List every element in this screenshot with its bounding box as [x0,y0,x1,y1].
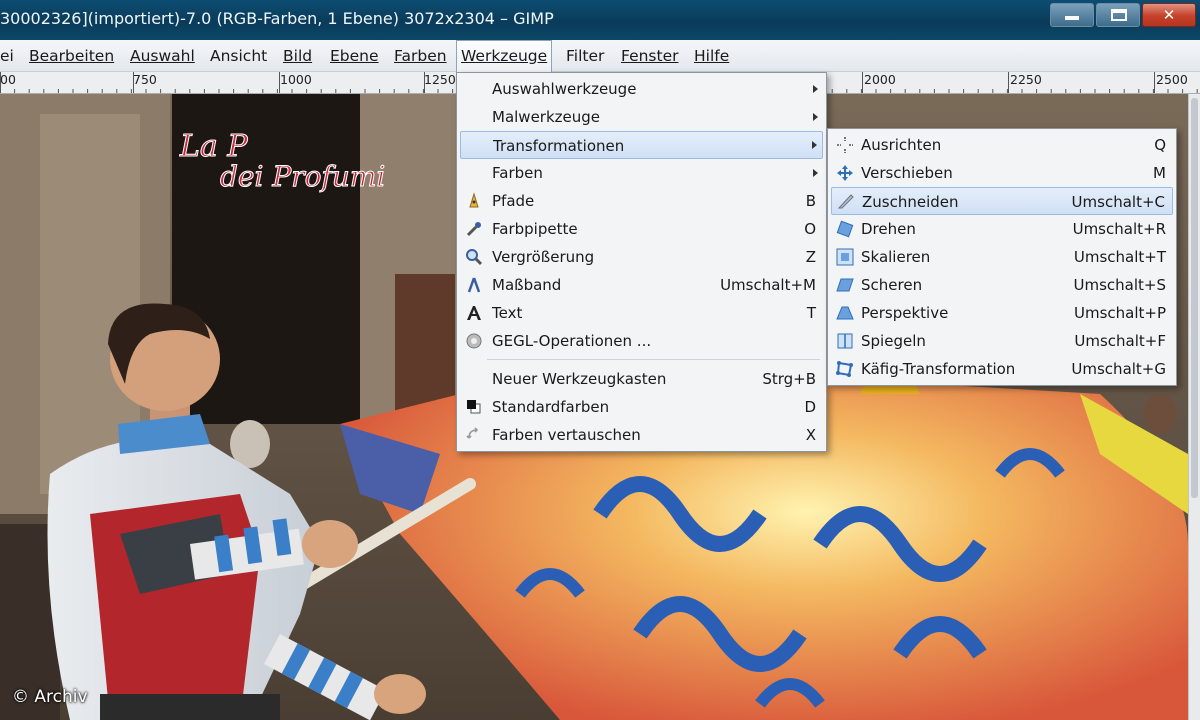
maximize-icon [1111,9,1127,21]
menu-bearbeiten[interactable]: Bearbeiten [25,40,118,72]
menu-werkzeuge[interactable]: Werkzeuge [456,40,553,72]
text-tool-icon [467,306,481,320]
vertical-scrollbar[interactable] [1188,94,1200,720]
ruler-label: 2250 [1010,72,1042,87]
ruler-label: 2500 [1156,72,1188,87]
menu-separator [487,359,820,360]
swap-colors-icon [466,427,479,439]
submenu-arrow-icon [813,85,818,93]
scrollbar-thumb[interactable] [1191,98,1198,498]
window-controls: ✕ [1050,3,1196,29]
default-colors-icon [467,400,481,414]
menu-item-drehen[interactable]: Drehen Umschalt+R [828,215,1176,243]
menu-item-pfade[interactable]: Pfade B [457,187,826,215]
paths-pen-icon [469,192,479,208]
rotate-icon [836,220,854,238]
maximize-button[interactable] [1096,3,1140,27]
flip-icon [837,333,853,349]
shop-sign-line2: dei Profumi [220,160,385,193]
menu-item-kaefig-transformation[interactable]: Käfig-Transformation Umschalt+G [828,355,1176,383]
minimize-button[interactable] [1050,3,1094,27]
menu-item-spiegeln[interactable]: Spiegeln Umschalt+F [828,327,1176,355]
minimize-icon [1065,16,1079,20]
title-bar: 30002326](importiert)-7.0 (RGB-Farben, 1… [0,0,1200,40]
ruler-label: 1250 [424,72,456,87]
menu-fenster[interactable]: Fenster [617,40,683,72]
menu-item-skalieren[interactable]: Skalieren Umschalt+T [828,243,1176,271]
menu-auswahl[interactable]: Auswahl [126,40,199,72]
close-icon: ✕ [1162,6,1176,24]
menu-item-gegl-operationen[interactable]: GEGL-Operationen ... [457,327,826,355]
menu-item-ausrichten[interactable]: Ausrichten Q [828,131,1176,159]
menu-ebene[interactable]: Ebene [326,40,383,72]
ruler-label: 1000 [280,72,312,87]
menu-item-standardfarben[interactable]: Standardfarben D [457,393,826,421]
move-icon [837,165,853,181]
align-icon [837,137,853,153]
close-button[interactable]: ✕ [1142,3,1196,27]
menu-filter[interactable]: Filter [562,40,608,72]
menu-item-neuer-werkzeugkasten[interactable]: Neuer Werkzeugkasten Strg+B [457,365,826,393]
transformationen-submenu: Ausrichten Q Verschieben M Zuschneiden Umsc… [827,128,1177,386]
window-title: 30002326](importiert)-7.0 (RGB-Farben, 1… [0,9,554,28]
menu-item-farben[interactable]: Farben [457,159,826,187]
menu-item-malwerkzeuge[interactable]: Malwerkzeuge [457,103,826,131]
crop-knife-icon [837,194,854,209]
ruler-label: 750 [133,72,157,87]
scale-icon [836,248,854,266]
menu-ansicht[interactable]: Ansicht [206,40,271,72]
menu-datei[interactable]: ei [0,40,18,72]
color-picker-icon [466,222,481,237]
zoom-magnifier-icon [466,249,483,266]
submenu-arrow-icon [813,169,818,177]
menu-item-scheren[interactable]: Scheren Umschalt+S [828,271,1176,299]
menu-hilfe[interactable]: Hilfe [690,40,733,72]
menu-farben[interactable]: Farben [390,40,451,72]
gegl-icon [466,333,482,349]
menu-item-transformationen[interactable]: Transformationen [460,131,823,159]
ruler-label: 2000 [864,72,896,87]
menu-item-farben-vertauschen[interactable]: Farben vertauschen X [457,421,826,449]
menu-bar: ei Bearbeiten Auswahl Ansicht Bild Ebene… [0,40,1200,72]
menu-item-massband[interactable]: Maßband Umschalt+M [457,271,826,299]
cage-transform-icon [836,361,853,377]
measure-compass-icon [467,277,481,293]
ruler-label: 00 [0,72,16,87]
shop-sign-line1: La P [179,129,248,164]
menu-item-perspektive[interactable]: Perspektive Umschalt+P [828,299,1176,327]
photo-credit: © Archiv [12,687,88,707]
submenu-arrow-icon [812,141,817,149]
menu-item-text[interactable]: Text T [457,299,826,327]
shear-icon [836,278,854,292]
menu-item-farbpipette[interactable]: Farbpipette O [457,215,826,243]
menu-item-verschieben[interactable]: Verschieben M [828,159,1176,187]
perspective-icon [836,306,854,320]
menu-item-auswahlwerkzeuge[interactable]: Auswahlwerkzeuge [457,75,826,103]
menu-item-vergroesserung[interactable]: Vergrößerung Z [457,243,826,271]
submenu-arrow-icon [813,113,818,121]
menu-item-zuschneiden[interactable]: Zuschneiden Umschalt+C [831,187,1173,215]
menu-bild[interactable]: Bild [279,40,316,72]
werkzeuge-dropdown: Auswahlwerkzeuge Malwerkzeuge Transforma… [456,72,827,452]
